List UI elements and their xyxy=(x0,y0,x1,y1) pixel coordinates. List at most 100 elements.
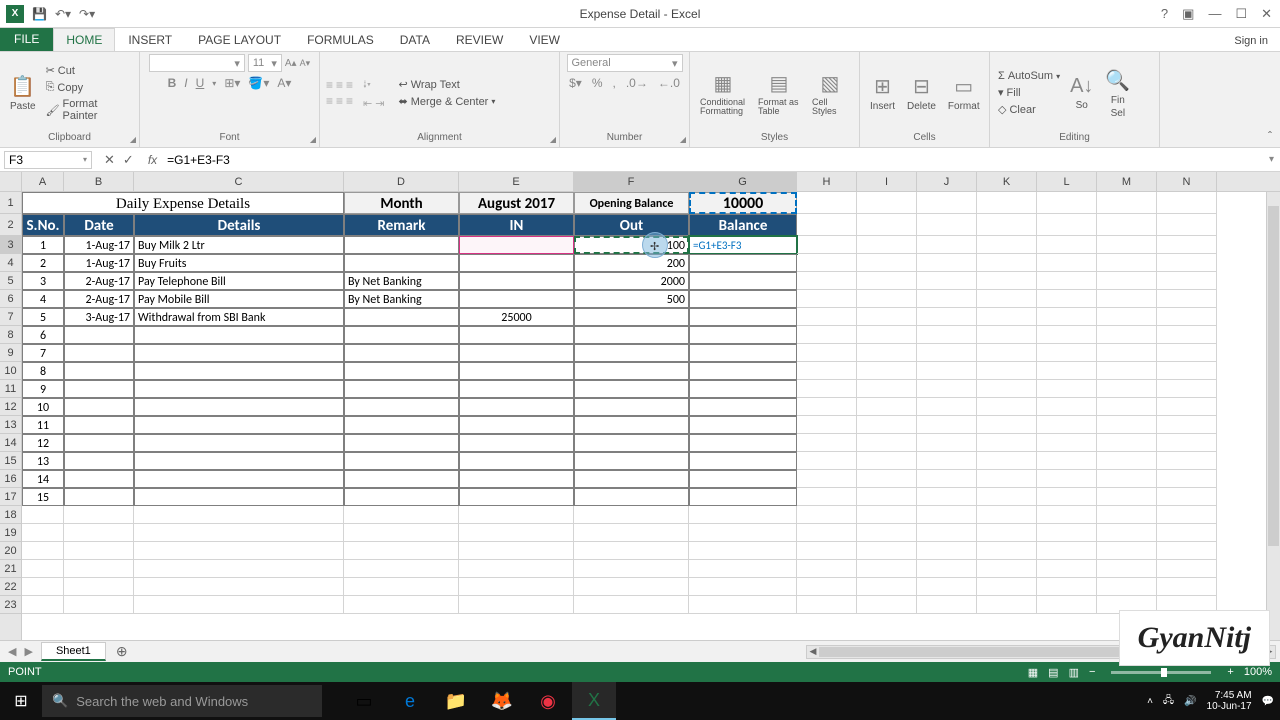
cell[interactable] xyxy=(917,470,977,488)
cell[interactable] xyxy=(1097,470,1157,488)
cell[interactable] xyxy=(344,362,459,380)
cell[interactable] xyxy=(1157,578,1217,596)
network-icon[interactable]: 🖧 xyxy=(1163,693,1174,710)
fx-icon[interactable]: fx xyxy=(142,153,163,167)
cell[interactable] xyxy=(344,398,459,416)
cell[interactable] xyxy=(344,488,459,506)
start-button[interactable]: ⊞ xyxy=(0,682,42,720)
excel-taskbar-icon[interactable]: X xyxy=(572,682,616,720)
row-header[interactable]: 10 xyxy=(0,362,21,380)
cell[interactable] xyxy=(857,398,917,416)
cell[interactable] xyxy=(977,560,1037,578)
cell[interactable] xyxy=(689,560,797,578)
cell[interactable] xyxy=(574,344,689,362)
cell[interactable] xyxy=(64,488,134,506)
cell[interactable] xyxy=(797,290,857,308)
dialog-launcher-icon[interactable]: ◢ xyxy=(550,135,556,144)
cell[interactable] xyxy=(797,398,857,416)
cell[interactable] xyxy=(857,214,917,236)
scroll-left-icon[interactable]: ◀ xyxy=(807,646,819,657)
cell[interactable] xyxy=(134,380,344,398)
increase-decimal-icon[interactable]: .0→ xyxy=(626,76,648,90)
cell[interactable] xyxy=(797,344,857,362)
row-header[interactable]: 22 xyxy=(0,578,21,596)
cell[interactable] xyxy=(459,542,574,560)
clear-button[interactable]: ◇Clear xyxy=(996,102,1062,117)
cell[interactable] xyxy=(797,326,857,344)
decrease-decimal-icon[interactable]: ←.0 xyxy=(658,76,680,90)
cell[interactable] xyxy=(917,398,977,416)
column-header[interactable]: C xyxy=(134,172,344,191)
row-header[interactable]: 17 xyxy=(0,488,21,506)
zoom-out-icon[interactable]: − xyxy=(1089,666,1095,678)
cell[interactable] xyxy=(1157,434,1217,452)
cell[interactable] xyxy=(459,344,574,362)
cell[interactable]: August 2017 xyxy=(459,192,574,214)
column-header[interactable]: I xyxy=(857,172,917,191)
spreadsheet-grid[interactable]: 1234567891011121314151617181920212223 AB… xyxy=(0,172,1280,640)
cell[interactable] xyxy=(64,524,134,542)
cell[interactable] xyxy=(134,542,344,560)
cell[interactable] xyxy=(857,362,917,380)
row-header[interactable]: 21 xyxy=(0,560,21,578)
cell[interactable]: Opening Balance xyxy=(574,192,689,214)
align-right-icon[interactable]: ≡ xyxy=(346,94,353,108)
cell[interactable] xyxy=(1037,560,1097,578)
cell[interactable] xyxy=(977,344,1037,362)
cell[interactable] xyxy=(1157,192,1217,214)
minimize-icon[interactable]: — xyxy=(1208,6,1221,22)
cell[interactable] xyxy=(689,290,797,308)
tab-review[interactable]: REVIEW xyxy=(443,28,516,51)
row-header[interactable]: 16 xyxy=(0,470,21,488)
cell[interactable] xyxy=(1037,542,1097,560)
page-layout-view-icon[interactable]: ▤ xyxy=(1048,666,1058,679)
cell[interactable] xyxy=(1037,236,1097,254)
cell[interactable] xyxy=(857,578,917,596)
cell[interactable] xyxy=(797,254,857,272)
cell[interactable] xyxy=(22,596,64,614)
cell[interactable] xyxy=(917,524,977,542)
cell[interactable] xyxy=(689,416,797,434)
cell[interactable] xyxy=(1097,326,1157,344)
cell[interactable] xyxy=(917,362,977,380)
cell[interactable] xyxy=(857,560,917,578)
column-header[interactable]: F xyxy=(574,172,689,191)
cell[interactable] xyxy=(344,506,459,524)
cell[interactable]: 8 xyxy=(22,362,64,380)
cell[interactable] xyxy=(134,488,344,506)
title-cell[interactable]: Daily Expense Details xyxy=(22,192,344,214)
cell[interactable] xyxy=(1097,434,1157,452)
cell[interactable]: By Net Banking xyxy=(344,272,459,290)
cell[interactable] xyxy=(917,214,977,236)
cell[interactable] xyxy=(689,578,797,596)
autosum-button[interactable]: ΣAutoSum▾ xyxy=(996,69,1062,83)
cell[interactable] xyxy=(344,380,459,398)
cell[interactable] xyxy=(134,326,344,344)
row-header[interactable]: 15 xyxy=(0,452,21,470)
cell[interactable] xyxy=(797,560,857,578)
cell[interactable] xyxy=(857,290,917,308)
tab-file[interactable]: FILE xyxy=(0,27,53,51)
cell[interactable] xyxy=(977,290,1037,308)
cell[interactable] xyxy=(344,416,459,434)
cell[interactable] xyxy=(64,326,134,344)
cell[interactable]: 2-Aug-17 xyxy=(64,272,134,290)
editing-cell[interactable]: =G1+E3-F3 xyxy=(689,236,797,254)
cell[interactable] xyxy=(574,542,689,560)
row-header[interactable]: 3 xyxy=(0,236,21,254)
cell[interactable] xyxy=(857,542,917,560)
task-view-icon[interactable]: ▭ xyxy=(342,682,386,720)
cell[interactable] xyxy=(689,542,797,560)
cell[interactable]: 1 xyxy=(22,236,64,254)
cell[interactable]: Balance xyxy=(689,214,797,236)
cell[interactable] xyxy=(574,488,689,506)
fill-button[interactable]: ▾Fill xyxy=(996,85,1062,100)
cell[interactable] xyxy=(857,434,917,452)
cell[interactable] xyxy=(134,452,344,470)
cell[interactable] xyxy=(1037,362,1097,380)
cell[interactable] xyxy=(917,596,977,614)
tab-formulas[interactable]: FORMULAS xyxy=(294,28,387,51)
cell[interactable] xyxy=(1037,308,1097,326)
cell[interactable] xyxy=(977,434,1037,452)
cell[interactable] xyxy=(64,434,134,452)
